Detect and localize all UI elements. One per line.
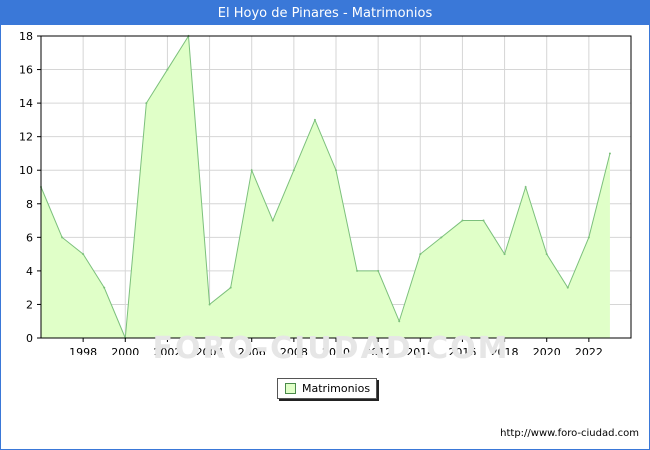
data-point xyxy=(271,219,274,222)
data-point xyxy=(229,286,232,289)
x-tick-label: 2018 xyxy=(491,346,519,355)
chart-frame: El Hoyo de Pinares - Matrimonios 0 2 4 6 8 10… xyxy=(0,0,650,450)
data-point xyxy=(313,118,316,121)
data-point xyxy=(461,219,464,222)
x-tick-label: 2012 xyxy=(364,346,392,355)
x-tick-label: 2000 xyxy=(111,346,139,355)
legend-label: Matrimonios xyxy=(302,382,371,395)
y-tick-label: 2 xyxy=(26,298,33,311)
y-tick-label: 18 xyxy=(19,30,33,43)
data-point xyxy=(292,169,295,172)
x-tick-label: 2022 xyxy=(575,346,603,355)
data-point xyxy=(103,286,106,289)
data-point xyxy=(503,253,506,256)
x-tick-label: 2008 xyxy=(280,346,308,355)
data-point xyxy=(250,169,253,172)
data-point xyxy=(587,236,590,239)
x-tick-label: 2016 xyxy=(448,346,476,355)
data-point xyxy=(398,320,401,323)
x-tick-label: 2010 xyxy=(322,346,350,355)
data-point xyxy=(545,253,548,256)
x-tick-label: 2004 xyxy=(196,346,224,355)
y-tick-label: 10 xyxy=(19,164,33,177)
chart-legend: Matrimonios xyxy=(277,378,377,399)
data-point xyxy=(208,303,211,306)
data-point xyxy=(608,152,611,155)
x-tick-label: 2002 xyxy=(153,346,181,355)
y-tick-label: 4 xyxy=(26,265,33,278)
data-point xyxy=(335,169,337,172)
data-point xyxy=(82,253,85,256)
data-point xyxy=(524,186,527,188)
y-tick-label: 6 xyxy=(26,231,33,244)
x-tick-label: 2006 xyxy=(238,346,266,355)
y-tick-label: 0 xyxy=(26,332,33,345)
data-point xyxy=(145,102,148,105)
y-tick-label: 16 xyxy=(19,64,33,77)
y-tick-label: 8 xyxy=(26,198,33,211)
data-point xyxy=(377,269,380,272)
source-url: http://www.foro-ciudad.com xyxy=(500,428,639,439)
data-point xyxy=(61,236,64,239)
legend-swatch xyxy=(285,383,296,394)
x-tick-label: 2014 xyxy=(406,346,434,355)
chart-title: El Hoyo de Pinares - Matrimonios xyxy=(1,1,649,25)
data-point xyxy=(356,269,359,272)
data-point xyxy=(566,286,569,289)
y-tick-label: 12 xyxy=(19,131,33,144)
y-tick-label: 14 xyxy=(19,97,33,110)
x-tick-label: 2020 xyxy=(533,346,561,355)
chart-plot: 0 2 4 6 8 10 12 14 16 18 1998 2000 2002 2004 2006 2008 2… xyxy=(19,30,632,355)
data-point xyxy=(440,236,443,239)
x-tick-label: 1998 xyxy=(69,346,97,355)
data-point xyxy=(419,253,422,256)
data-point xyxy=(166,68,169,71)
data-point xyxy=(482,219,485,222)
